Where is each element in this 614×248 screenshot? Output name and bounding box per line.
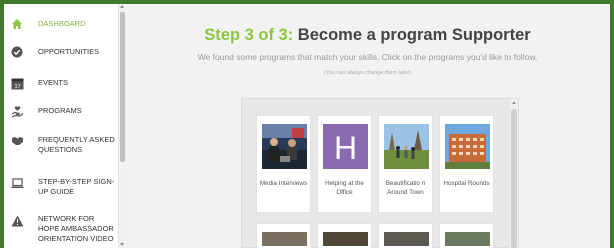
program-image xyxy=(262,124,307,169)
program-tile-letter: H xyxy=(334,130,357,166)
sidebar-item-label: NETWORK FOR HOPE AMBASSADOR ORIENTATION … xyxy=(38,214,114,243)
program-label: Beautificatio n Around Town xyxy=(385,180,426,196)
scroll-up-arrow-icon[interactable] xyxy=(120,5,124,8)
sidebar-item-orientation-video[interactable]: NETWORK FOR HOPE AMBASSADOR ORIENTATION … xyxy=(4,214,118,246)
sidebar-item-opportunities[interactable]: OPPORTUNITIES xyxy=(4,45,118,59)
programs-scrollbar[interactable] xyxy=(510,99,518,248)
scroll-up-arrow-icon[interactable] xyxy=(512,101,516,104)
programs-scroll-thumb[interactable] xyxy=(511,109,517,248)
program-label: Hospital Rounds xyxy=(443,180,490,187)
sidebar-item-label: DASHBOARD xyxy=(38,19,86,28)
program-card-beautification[interactable]: Beautificatio n Around Town xyxy=(378,115,433,213)
home-icon xyxy=(10,17,24,31)
sidebar: DASHBOARD OPPORTUNITIES 17 EVENTS PROGRA… xyxy=(4,4,118,248)
hand-heart-icon xyxy=(10,104,24,118)
program-image xyxy=(323,232,368,246)
program-image xyxy=(384,124,429,169)
app-frame: DASHBOARD OPPORTUNITIES 17 EVENTS PROGRA… xyxy=(4,4,610,248)
program-image xyxy=(384,232,429,246)
sidebar-item-signup-guide[interactable]: STEP-BY-STEP SIGN-UP GUIDE xyxy=(4,176,118,198)
sidebar-item-dashboard[interactable]: DASHBOARD xyxy=(4,17,118,31)
check-circle-icon xyxy=(10,45,24,59)
calendar-badge: 17 xyxy=(14,84,20,90)
scroll-down-arrow-icon[interactable] xyxy=(120,243,124,246)
sidebar-item-label: STEP-BY-STEP SIGN-UP GUIDE xyxy=(38,177,115,196)
program-image xyxy=(445,232,490,246)
program-card-row2-2[interactable] xyxy=(317,223,372,248)
program-card-media-interviews[interactable]: Media Interviews xyxy=(256,115,311,213)
program-card-row2-3[interactable] xyxy=(378,223,433,248)
program-image xyxy=(262,232,307,246)
program-image xyxy=(445,124,490,169)
sidebar-item-label: EVENTS xyxy=(38,78,69,87)
laptop-icon xyxy=(10,176,24,190)
page-title-text: Become a program Supporter xyxy=(293,26,531,44)
programs-panel: Media Interviews H Helping at the Office xyxy=(241,98,519,248)
program-card-row2-4[interactable] xyxy=(439,223,494,248)
main-content: Step 3 of 3: Become a program Supporter … xyxy=(125,4,610,248)
sidebar-item-programs[interactable]: PROGRAMS xyxy=(4,104,118,118)
change-later-note: (You can always change them later) xyxy=(323,70,412,76)
sidebar-item-label: PROGRAMS xyxy=(38,106,82,115)
calendar-icon: 17 xyxy=(10,76,24,90)
handshake-icon xyxy=(10,134,24,148)
sidebar-item-faq[interactable]: FREQUENTLY ASKED QUESTIONS xyxy=(4,134,118,156)
program-image: H xyxy=(323,124,368,169)
sidebar-item-label: OPPORTUNITIES xyxy=(38,47,100,56)
program-card-row2-1[interactable] xyxy=(256,223,311,248)
sidebar-item-label: FREQUENTLY ASKED QUESTIONS xyxy=(38,135,115,154)
page-title: Step 3 of 3: Become a program Supporter xyxy=(125,26,610,45)
program-label: Helping at the Office xyxy=(325,180,364,196)
program-card-hospital-rounds[interactable]: Hospital Rounds xyxy=(439,115,494,213)
sidebar-item-events[interactable]: 17 EVENTS xyxy=(4,76,118,90)
page-subtitle: We found some programs that match your s… xyxy=(197,52,538,62)
sidebar-scrollbar[interactable] xyxy=(118,4,125,248)
warning-icon xyxy=(10,214,24,228)
program-label: Media Interviews xyxy=(259,180,308,187)
step-indicator: Step 3 of 3: xyxy=(204,26,294,44)
program-card-helping-office[interactable]: H Helping at the Office xyxy=(317,115,372,213)
